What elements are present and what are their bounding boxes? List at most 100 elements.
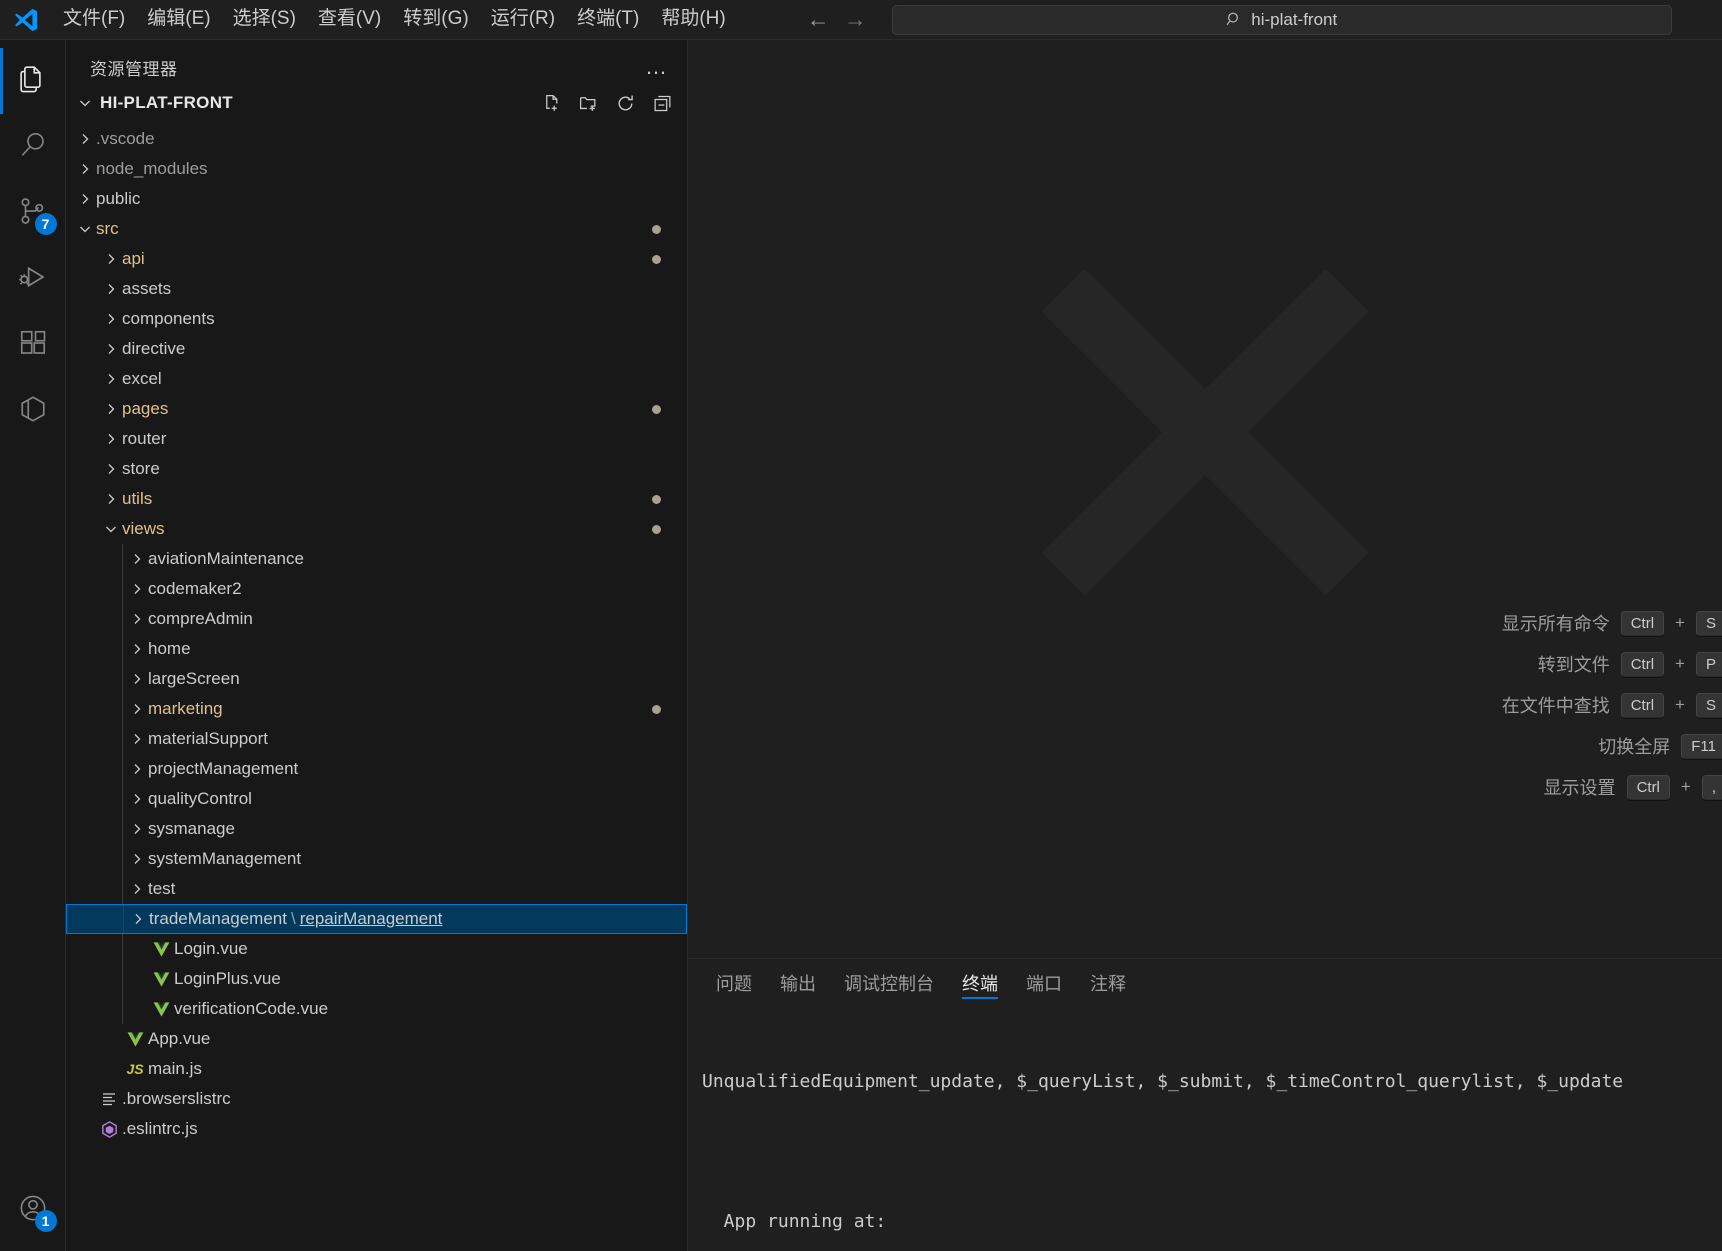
activity-explorer[interactable]: [0, 48, 66, 114]
tree-row[interactable]: src: [66, 214, 687, 244]
tree-row[interactable]: node_modules: [66, 154, 687, 184]
menu-selection[interactable]: 选择(S): [222, 3, 307, 36]
chevron-right-icon[interactable]: [126, 761, 148, 777]
chevron-right-icon[interactable]: [100, 461, 122, 477]
chevron-right-icon[interactable]: [100, 341, 122, 357]
refresh-icon[interactable]: [615, 93, 636, 114]
chevron-right-icon[interactable]: [126, 671, 148, 687]
tree-row[interactable]: directive: [66, 334, 687, 364]
sidebar-overflow-button[interactable]: …: [645, 54, 669, 80]
menu-help[interactable]: 帮助(H): [650, 3, 736, 36]
activity-remote-explorer[interactable]: [0, 378, 66, 444]
menu-view[interactable]: 查看(V): [307, 3, 392, 36]
panel-tab-bar[interactable]: 问题 输出 调试控制台 终端 端口 注释: [688, 959, 1722, 1006]
tree-row[interactable]: LoginPlus.vue: [66, 964, 687, 994]
tree-row[interactable]: api: [66, 244, 687, 274]
new-folder-icon[interactable]: [578, 93, 599, 114]
panel-tab-inactive[interactable]: 调试控制台: [830, 959, 948, 1006]
tree-row[interactable]: excel: [66, 364, 687, 394]
back-arrow-icon[interactable]: ←: [807, 8, 830, 31]
tree-row[interactable]: qualityControl: [66, 784, 687, 814]
chevron-right-icon[interactable]: [100, 431, 122, 447]
tree-row[interactable]: Login.vue: [66, 934, 687, 964]
tree-row[interactable]: pages: [66, 394, 687, 424]
shortcut-label[interactable]: 显示所有命令: [1502, 610, 1610, 636]
chevron-down-icon[interactable]: [100, 521, 122, 537]
chevron-right-icon[interactable]: [126, 701, 148, 717]
menu-file[interactable]: 文件(F): [52, 3, 136, 36]
tree-row[interactable]: verificationCode.vue: [66, 994, 687, 1024]
chevron-right-icon[interactable]: [126, 791, 148, 807]
tree-row[interactable]: codemaker2: [66, 574, 687, 604]
activity-extensions[interactable]: [0, 312, 66, 378]
tree-row[interactable]: views: [66, 514, 687, 544]
tree-row[interactable]: router: [66, 424, 687, 454]
tree-row[interactable]: assets: [66, 274, 687, 304]
chevron-right-icon[interactable]: [126, 821, 148, 837]
tree-row[interactable]: systemManagement: [66, 844, 687, 874]
tree-row[interactable]: sysmanage: [66, 814, 687, 844]
chevron-right-icon[interactable]: [100, 281, 122, 297]
terminal-output[interactable]: UnqualifiedEquipment_update, $_queryList…: [688, 1006, 1722, 1251]
shortcut-label[interactable]: 切换全屏: [1598, 733, 1670, 759]
chevron-right-icon[interactable]: [74, 131, 96, 147]
quick-input-bar[interactable]: hi-plat-front: [891, 4, 1672, 35]
forward-arrow-icon[interactable]: →: [844, 8, 867, 31]
file-tree[interactable]: .vscode node_modules public src api assets com…: [66, 120, 687, 1251]
shortcut-label[interactable]: 显示设置: [1544, 774, 1616, 800]
chevron-right-icon[interactable]: [126, 731, 148, 747]
tree-row[interactable]: compreAdmin: [66, 604, 687, 634]
panel-tab-inactive[interactable]: 端口: [1012, 959, 1076, 1006]
menu-edit[interactable]: 编辑(E): [136, 3, 221, 36]
tree-row[interactable]: store: [66, 454, 687, 484]
panel-tab-active[interactable]: 终端: [948, 959, 1012, 1006]
tree-row-selected[interactable]: tradeManagement \ repairManagement: [66, 904, 687, 934]
chevron-right-icon[interactable]: [126, 851, 148, 867]
menu-run[interactable]: 运行(R): [480, 3, 566, 36]
tree-row[interactable]: home: [66, 634, 687, 664]
tree-row[interactable]: projectManagement: [66, 754, 687, 784]
chevron-right-icon[interactable]: [74, 191, 96, 207]
activity-source-control[interactable]: 7: [0, 180, 66, 246]
chevron-right-icon[interactable]: [100, 251, 122, 267]
chevron-right-icon[interactable]: [126, 611, 148, 627]
chevron-right-icon[interactable]: [100, 371, 122, 387]
tree-row[interactable]: .eslintrc.js: [66, 1114, 687, 1144]
activity-run-and-debug[interactable]: [0, 246, 66, 312]
shortcut-label[interactable]: 转到文件: [1538, 651, 1610, 677]
tree-row[interactable]: App.vue: [66, 1024, 687, 1054]
chevron-right-icon[interactable]: [127, 911, 149, 927]
chevron-right-icon[interactable]: [100, 491, 122, 507]
chevron-down-icon[interactable]: [74, 221, 96, 237]
tree-row[interactable]: materialSupport: [66, 724, 687, 754]
chevron-right-icon[interactable]: [100, 401, 122, 417]
tree-row[interactable]: test: [66, 874, 687, 904]
indent-guide: [122, 874, 123, 904]
tree-row[interactable]: aviationMaintenance: [66, 544, 687, 574]
tree-row[interactable]: .vscode: [66, 124, 687, 154]
chevron-right-icon[interactable]: [100, 311, 122, 327]
panel-tab-inactive[interactable]: 注释: [1076, 959, 1140, 1006]
tree-row[interactable]: utils: [66, 484, 687, 514]
activity-accounts[interactable]: 1: [0, 1177, 66, 1243]
tree-row[interactable]: JS main.js: [66, 1054, 687, 1084]
tree-row[interactable]: marketing: [66, 694, 687, 724]
new-file-icon[interactable]: [541, 93, 562, 114]
explorer-section-header[interactable]: HI-PLAT-FRONT: [66, 86, 687, 120]
tree-row[interactable]: largeScreen: [66, 664, 687, 694]
chevron-right-icon[interactable]: [126, 641, 148, 657]
chevron-right-icon[interactable]: [126, 551, 148, 567]
menu-go[interactable]: 转到(G): [392, 3, 479, 36]
collapse-all-icon[interactable]: [652, 93, 673, 114]
shortcut-label[interactable]: 在文件中查找: [1502, 692, 1610, 718]
chevron-right-icon[interactable]: [74, 161, 96, 177]
chevron-right-icon[interactable]: [126, 881, 148, 897]
tree-row[interactable]: public: [66, 184, 687, 214]
tree-row[interactable]: components: [66, 304, 687, 334]
activity-search[interactable]: [0, 114, 66, 180]
panel-tab-inactive[interactable]: 输出: [766, 959, 830, 1006]
panel-tab-inactive[interactable]: 问题: [702, 959, 766, 1006]
menu-terminal[interactable]: 终端(T): [566, 3, 650, 36]
tree-row[interactable]: .browserslistrc: [66, 1084, 687, 1114]
chevron-right-icon[interactable]: [126, 581, 148, 597]
